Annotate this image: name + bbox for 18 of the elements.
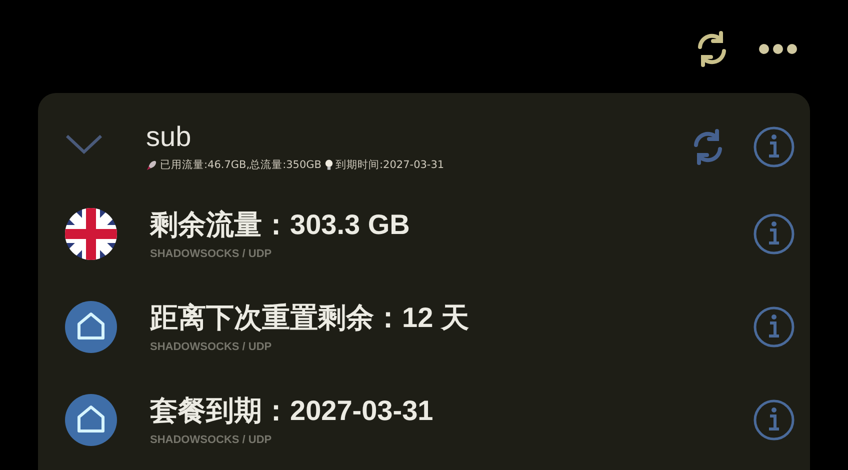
protocol-label: SHADOWSOCKS / UDP [150,434,273,446]
item-title: 套餐到期：2027-03-31 [150,394,434,428]
info-icon[interactable] [752,125,796,169]
info-icon[interactable] [752,212,796,256]
expiry-text: 到期时间:2027-03-31 [336,158,444,172]
protocol-label: SHADOWSOCKS / UDP [150,340,273,352]
item-title: 距离下次重置剩余：12 天 [150,300,470,334]
lightbulb-icon [324,159,333,171]
protocol-label: SHADOWSOCKS / UDP [150,248,273,260]
item-title: 剩余流量：303.3 GB [150,208,411,242]
usage-text: 已用流量:46.7GB,总流量:350GB [160,158,322,172]
home-icon [64,392,118,446]
info-icon[interactable] [752,398,796,442]
info-icon[interactable] [752,304,796,348]
home-icon [64,300,118,354]
group-name: sub [146,122,192,152]
chevron-icon[interactable] [64,132,104,156]
more-icon[interactable] [758,42,798,54]
